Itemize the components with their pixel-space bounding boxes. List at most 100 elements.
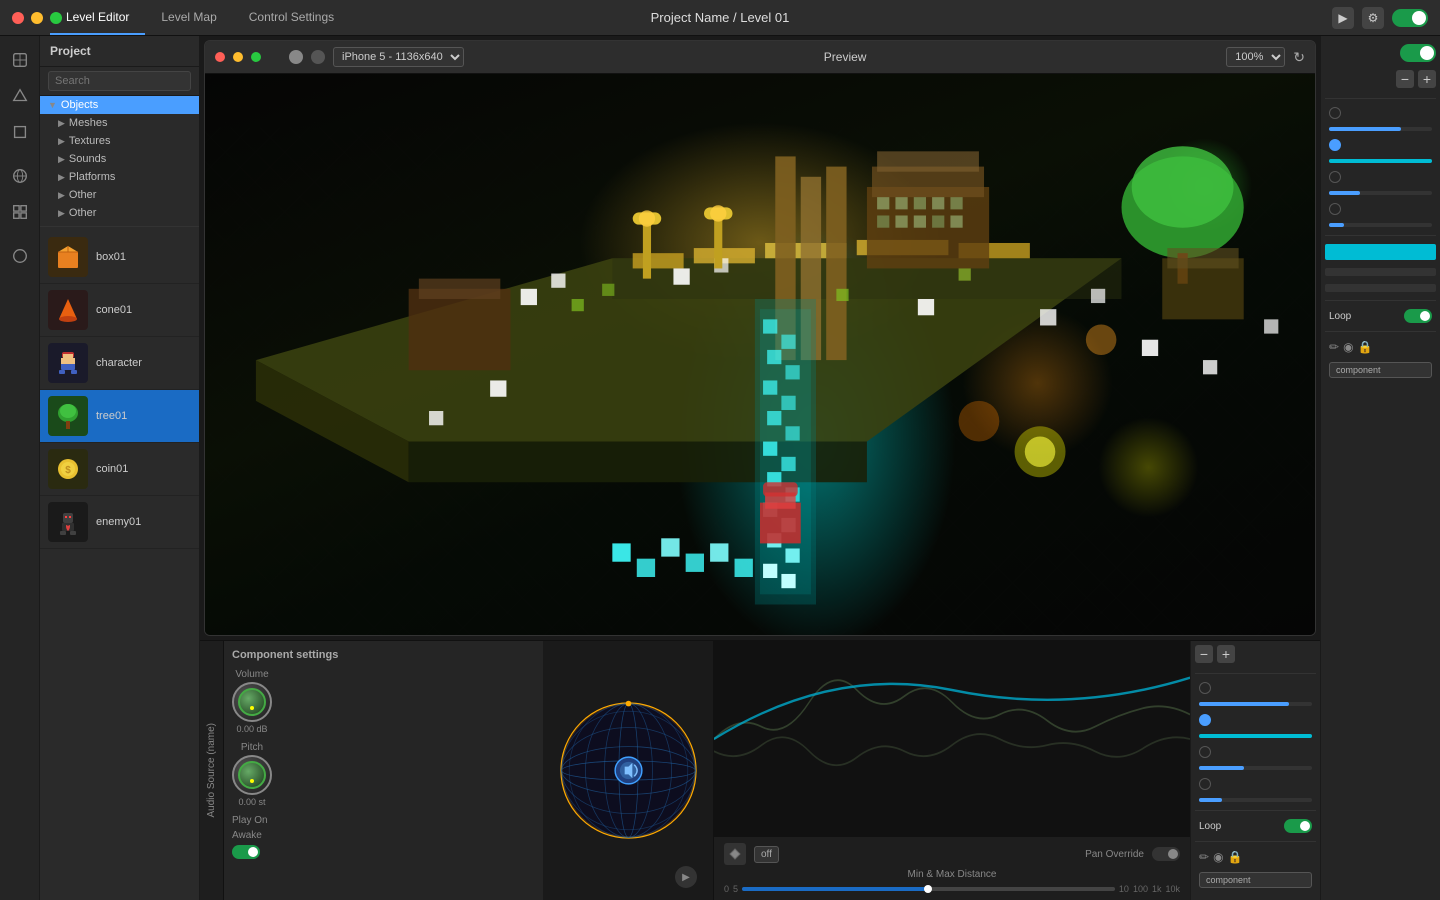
- slider-fill-3: [1199, 766, 1244, 770]
- titlebar-right-controls: ▶ ⚙: [1332, 7, 1428, 29]
- right-loop-toggle[interactable]: [1404, 309, 1432, 323]
- tree-meshes[interactable]: ▶ Meshes: [40, 114, 199, 132]
- eye-icon[interactable]: ◉: [1213, 850, 1223, 864]
- tab-level-editor[interactable]: Level Editor: [50, 0, 145, 35]
- preview-close-button[interactable]: [215, 52, 225, 62]
- toolbar-sphere-icon[interactable]: [4, 240, 36, 272]
- right-sep-3: [1325, 300, 1436, 301]
- asset-character[interactable]: character: [40, 337, 199, 390]
- tree-sounds[interactable]: ▶ Sounds: [40, 150, 199, 168]
- tree-objects[interactable]: ▼ Objects: [40, 96, 199, 114]
- inspector-radio-1[interactable]: [1199, 682, 1211, 694]
- audio-source-sidebar: Audio Source (name): [200, 641, 224, 900]
- right-slider-2: [1329, 159, 1432, 163]
- right-icons-row: ✏ ◉ 🔒: [1325, 338, 1436, 356]
- main-toggle[interactable]: [1392, 9, 1428, 27]
- tree-meshes-label: Meshes: [69, 117, 108, 129]
- center-area: iPhone 5 - 1136x640iPhone 6iPadDesktop P…: [200, 36, 1320, 900]
- minus-button[interactable]: −: [1195, 645, 1213, 663]
- right-component-button[interactable]: component: [1329, 362, 1432, 378]
- inspector-radio-row-1: [1195, 680, 1316, 696]
- tree-textures-label: Textures: [69, 135, 111, 147]
- component-button[interactable]: component: [1199, 872, 1312, 888]
- right-panel-toggle[interactable]: [1400, 44, 1436, 62]
- right-radio-4[interactable]: [1329, 203, 1341, 215]
- globe-play-btn[interactable]: ▶: [675, 866, 697, 888]
- zoom-select[interactable]: 50%75%100%150%: [1226, 47, 1285, 67]
- lock-icon[interactable]: 🔒: [1228, 850, 1243, 864]
- close-button[interactable]: [12, 12, 24, 24]
- loop-toggle[interactable]: [1284, 819, 1312, 833]
- preview-content[interactable]: [205, 74, 1315, 636]
- tree-other-2[interactable]: ▶ Other: [40, 204, 199, 222]
- dist-tick-10: 10: [1119, 884, 1129, 894]
- refresh-icon[interactable]: ↻: [1293, 49, 1305, 66]
- minimize-button[interactable]: [31, 12, 43, 24]
- off-button[interactable]: off: [754, 846, 779, 863]
- play-button[interactable]: ▶: [1332, 7, 1354, 29]
- min-max-distance-label: Min & Max Distance: [724, 869, 1180, 880]
- right-eye-icon[interactable]: ◉: [1343, 340, 1353, 354]
- tree-textures[interactable]: ▶ Textures: [40, 132, 199, 150]
- preview-maximize-button[interactable]: [251, 52, 261, 62]
- right-slider-3: [1329, 191, 1432, 195]
- chevron-right-icon-platforms: ▶: [58, 172, 65, 183]
- asset-coin01[interactable]: $ coin01: [40, 443, 199, 496]
- inspector-radio-3[interactable]: [1199, 746, 1211, 758]
- asset-enemy01[interactable]: enemy01: [40, 496, 199, 549]
- inspector-radio-4[interactable]: [1199, 778, 1211, 790]
- dist-slider[interactable]: [742, 887, 1115, 891]
- audio-source-label: Audio Source (name): [202, 719, 221, 822]
- plus-button[interactable]: +: [1217, 645, 1235, 663]
- tree-platforms[interactable]: ▶ Platforms: [40, 168, 199, 186]
- globe-panel: ▶: [544, 641, 714, 900]
- awake-label: Awake: [232, 830, 262, 841]
- asset-tree01[interactable]: tree01: [40, 390, 199, 443]
- right-radio-2[interactable]: [1329, 139, 1341, 151]
- right-pencil-icon[interactable]: ✏: [1329, 340, 1339, 354]
- pencil-icon[interactable]: ✏: [1199, 850, 1209, 864]
- right-radio-3[interactable]: [1329, 171, 1341, 183]
- volume-knob[interactable]: [232, 682, 272, 722]
- right-slider-1: [1329, 127, 1432, 131]
- pan-override-toggle[interactable]: [1152, 847, 1180, 861]
- toolbar-mesh-icon[interactable]: [4, 80, 36, 112]
- pitch-knob-dot: [250, 779, 254, 783]
- tab-control-settings[interactable]: Control Settings: [233, 0, 350, 35]
- asset-icon-box01: [48, 237, 88, 277]
- asset-cone01[interactable]: cone01: [40, 284, 199, 337]
- inspector-radio-2[interactable]: [1199, 714, 1211, 726]
- right-plus-button[interactable]: +: [1418, 70, 1436, 88]
- component-settings-panel: Component settings Volume 0.00 dB: [224, 641, 544, 900]
- asset-list: box01 cone01: [40, 231, 199, 900]
- right-radio-row-3: [1325, 169, 1436, 185]
- right-radio-1[interactable]: [1329, 107, 1341, 119]
- pitch-knob[interactable]: [232, 755, 272, 795]
- settings-button[interactable]: ⚙: [1362, 7, 1384, 29]
- search-input[interactable]: [48, 71, 191, 91]
- icon-toolbar: [0, 36, 40, 900]
- tab-level-map[interactable]: Level Map: [145, 0, 232, 35]
- right-minus-button[interactable]: −: [1396, 70, 1414, 88]
- chevron-right-icon-sounds: ▶: [58, 154, 65, 165]
- device-select[interactable]: iPhone 5 - 1136x640iPhone 6iPadDesktop: [333, 47, 464, 67]
- pitch-row: Pitch 0.00 st: [232, 742, 535, 807]
- toolbar-texture-icon[interactable]: [4, 116, 36, 148]
- device-screen-btn2[interactable]: [311, 50, 325, 64]
- right-radio-row-2: [1325, 137, 1436, 153]
- awake-toggle[interactable]: [232, 845, 260, 859]
- pm-row: − +: [1195, 645, 1316, 663]
- right-lock-icon[interactable]: 🔒: [1358, 340, 1373, 354]
- asset-box01[interactable]: box01: [40, 231, 199, 284]
- toolbar-objects-icon[interactable]: [4, 44, 36, 76]
- tree-other-1[interactable]: ▶ Other: [40, 186, 199, 204]
- toolbar-grid-icon[interactable]: [4, 196, 36, 228]
- device-screen-btn[interactable]: [289, 50, 303, 64]
- toolbar-scene-icon[interactable]: [4, 160, 36, 192]
- dark-bar-2: [1325, 284, 1436, 292]
- right-loop-label: Loop: [1329, 311, 1351, 322]
- loop-label: Loop: [1199, 821, 1221, 832]
- pan-button[interactable]: [724, 843, 746, 865]
- preview-minimize-button[interactable]: [233, 52, 243, 62]
- asset-name-character: character: [96, 357, 142, 369]
